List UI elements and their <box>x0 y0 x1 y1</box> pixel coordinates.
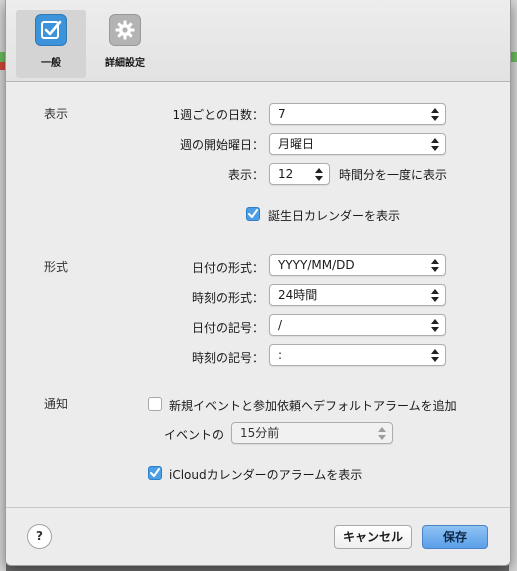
hours-popup[interactable]: 12 <box>269 163 330 185</box>
event-alarm-popup[interactable]: 15分前 <box>231 422 393 444</box>
updown-arrows-icon <box>431 349 439 362</box>
checkmark-icon <box>248 209 258 218</box>
icloud-alarms-label: iCloudカレンダーのアラームを表示 <box>169 468 363 482</box>
updown-arrows-icon <box>431 108 439 121</box>
week-start-value: 月曜日 <box>278 137 315 151</box>
gear-icon <box>109 14 141 46</box>
birthday-calendar-checkbox[interactable] <box>246 207 260 221</box>
updown-arrows-icon <box>431 259 439 272</box>
default-alarm-checkbox[interactable] <box>148 397 162 411</box>
updown-arrows-icon <box>315 168 323 181</box>
tab-general[interactable]: 一般 <box>16 14 86 69</box>
updown-arrows-icon <box>378 427 386 440</box>
week-start-label: 週の開始曜日： <box>179 138 264 152</box>
date-separator-value: / <box>278 318 283 332</box>
dialog-footer: ? キャンセル 保存 <box>6 507 510 565</box>
icloud-alarms-checkbox[interactable] <box>148 466 162 480</box>
week-start-popup[interactable]: 月曜日 <box>269 133 446 155</box>
checkmark-icon <box>150 468 160 477</box>
checkbox-icon <box>35 14 67 46</box>
days-per-week-popup[interactable]: 7 <box>269 103 446 125</box>
preferences-content: 表示 1週ごとの日数： 7 週の開始曜日： 月曜日 表示： 12 時間分を一度に… <box>6 83 510 507</box>
days-per-week-value: 7 <box>278 107 286 121</box>
date-format-label: 日付の形式： <box>191 261 264 275</box>
days-per-week-label: 1週ごとの日数： <box>172 108 264 122</box>
section-display-title: 表示 <box>44 107 69 121</box>
time-separator-value: : <box>278 348 283 362</box>
date-separator-label: 日付の記号： <box>191 321 264 335</box>
time-separator-popup[interactable]: : <box>269 344 446 366</box>
date-separator-popup[interactable]: / <box>269 314 446 336</box>
tab-advanced[interactable]: 詳細設定 <box>90 14 160 69</box>
birthday-calendar-label: 誕生日カレンダーを表示 <box>268 209 401 223</box>
preferences-toolbar: 一般 詳細設定 <box>6 0 510 82</box>
cancel-button[interactable]: キャンセル <box>334 525 412 549</box>
time-format-value: 24時間 <box>278 288 318 302</box>
section-alerts-title: 通知 <box>44 397 69 411</box>
time-format-popup[interactable]: 24時間 <box>269 284 446 306</box>
date-format-value: YYYY/MM/DD <box>278 258 355 272</box>
default-alarm-label: 新規イベントと参加依頼へデフォルトアラームを追加 <box>169 399 457 413</box>
hours-suffix-label: 時間分を一度に表示 <box>339 168 448 182</box>
updown-arrows-icon <box>431 289 439 302</box>
event-alarm-label: イベントの <box>163 428 224 442</box>
event-alarm-value: 15分前 <box>240 426 280 440</box>
hours-value: 12 <box>278 167 294 181</box>
show-hours-label: 表示： <box>227 168 264 182</box>
time-format-label: 時刻の形式： <box>191 291 264 305</box>
preferences-dialog: 一般 詳細設定 表示 1週ごとの日数： 7 週の開始曜日： 月曜日 表示： 12… <box>5 0 511 566</box>
time-separator-label: 時刻の記号： <box>191 351 264 365</box>
section-format-title: 形式 <box>44 260 69 274</box>
save-button[interactable]: 保存 <box>422 525 488 549</box>
tab-general-label: 一般 <box>41 58 61 69</box>
help-button[interactable]: ? <box>27 524 52 549</box>
date-format-popup[interactable]: YYYY/MM/DD <box>269 254 446 276</box>
updown-arrows-icon <box>431 319 439 332</box>
tab-advanced-label: 詳細設定 <box>105 58 145 69</box>
updown-arrows-icon <box>431 138 439 151</box>
